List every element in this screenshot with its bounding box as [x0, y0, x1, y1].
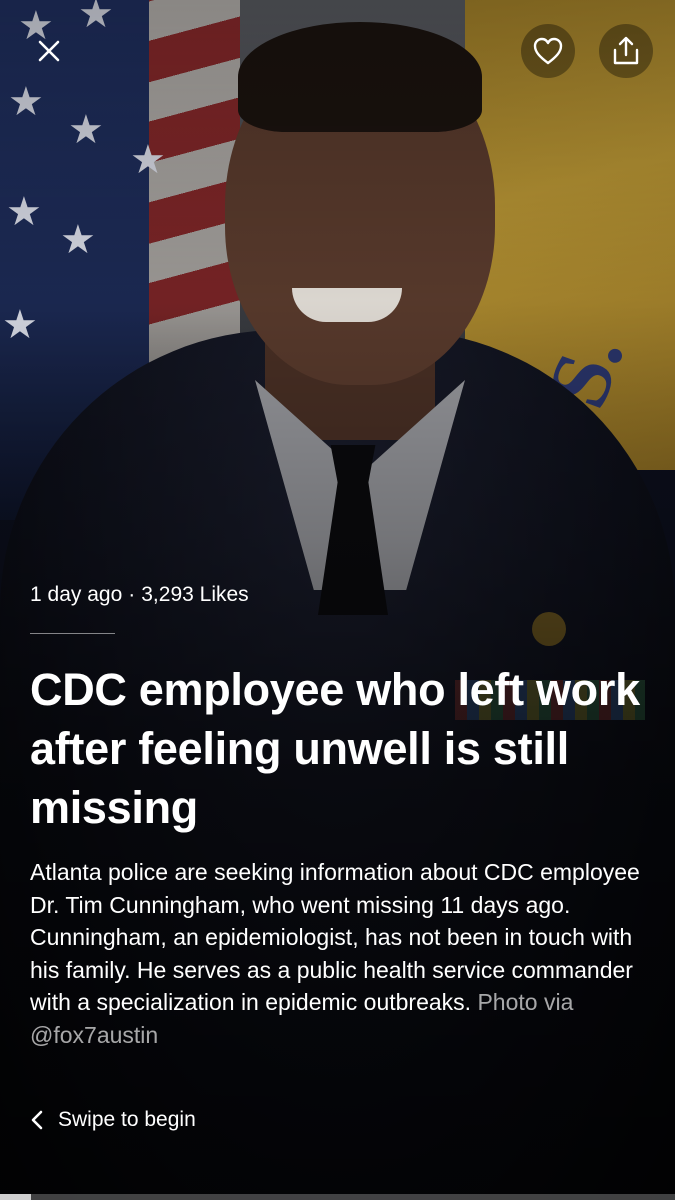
share-button[interactable]	[599, 24, 653, 78]
timestamp: 1 day ago	[30, 583, 123, 606]
like-button[interactable]	[521, 24, 575, 78]
likes-count: 3,293 Likes	[141, 583, 249, 606]
heart-icon	[533, 37, 563, 65]
story-screen: ★ ★ ★ ★ ★ ★ ★ ★ S.	[0, 0, 675, 1200]
story-meta: 1 day ago · 3,293 Likes	[30, 583, 249, 607]
story-progress-bar	[0, 1194, 675, 1200]
story-headline: CDC employee who left work after feeling…	[30, 664, 640, 833]
chevron-left-icon	[31, 1110, 43, 1130]
share-icon	[613, 36, 639, 65]
close-button[interactable]	[22, 24, 76, 78]
story-progress-fill	[0, 1194, 32, 1200]
meta-separator: ·	[128, 583, 136, 606]
swipe-to-begin[interactable]: Swipe to begin	[30, 1108, 196, 1132]
story-body: Atlanta police are seeking information a…	[30, 856, 650, 1051]
divider	[30, 633, 115, 634]
close-icon	[38, 40, 60, 62]
swipe-label: Swipe to begin	[58, 1108, 196, 1131]
